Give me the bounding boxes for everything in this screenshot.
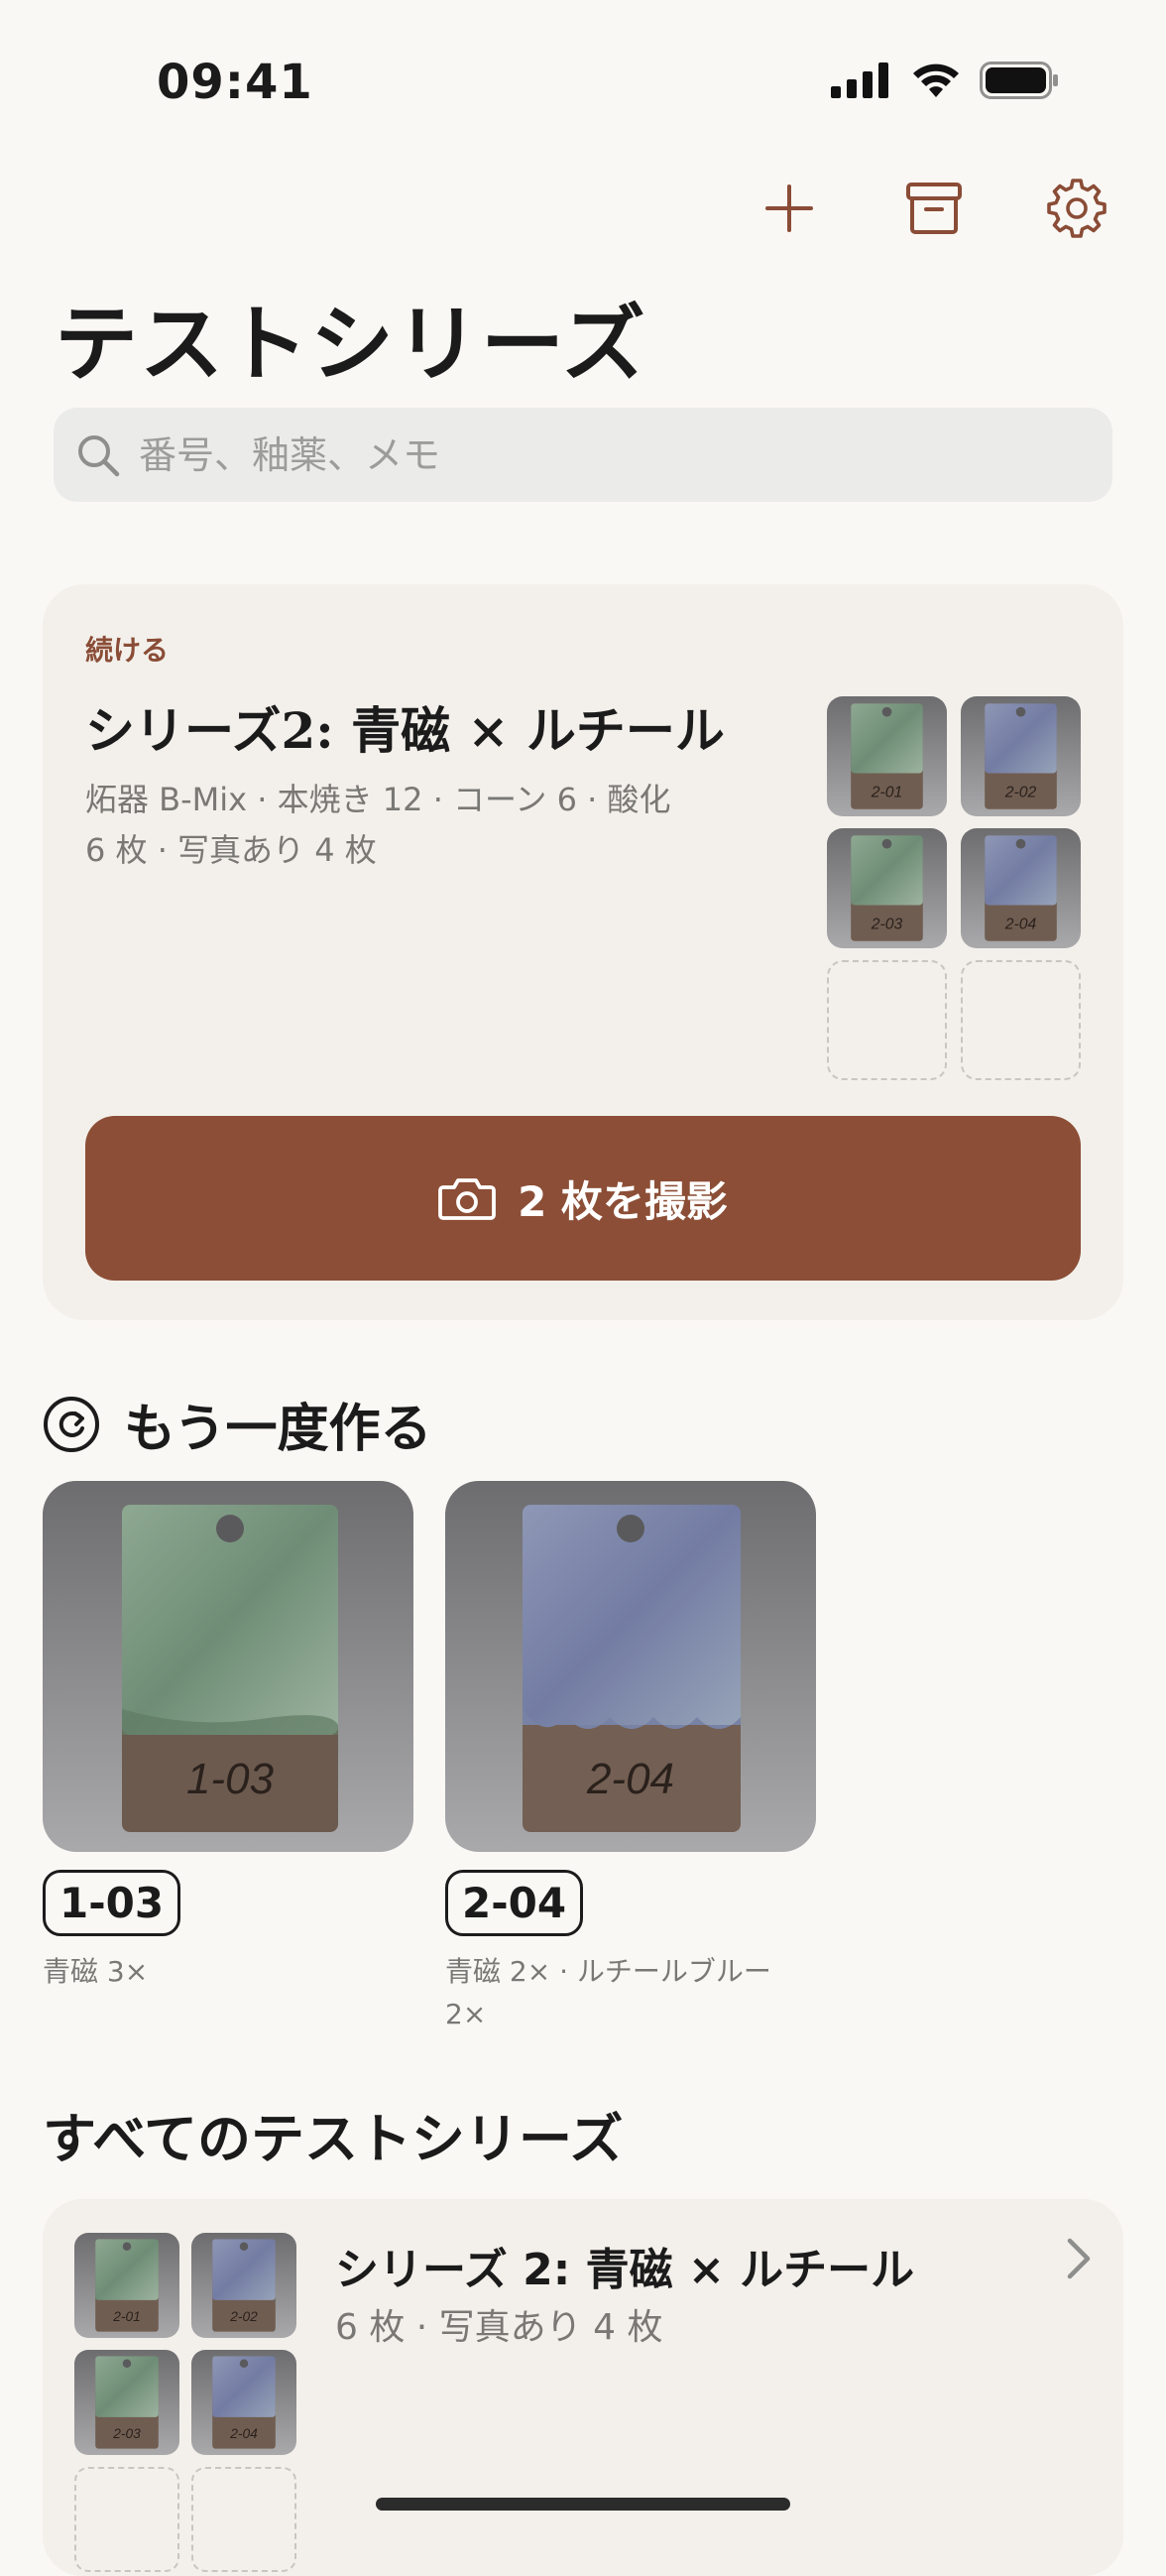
remake-section-heading: もう一度作る: [43, 1387, 431, 1461]
svg-text:2-03: 2-03: [871, 917, 903, 933]
archive-box-icon: [906, 183, 962, 234]
continue-thumbnail-grid: 2-01 2-02 2-03 2-04: [827, 696, 1083, 1080]
svg-text:2-01: 2-01: [871, 785, 902, 801]
tile-thumbnail-2-03: 2-03: [74, 2350, 179, 2455]
remake-heading-label: もう一度作る: [124, 1399, 432, 1459]
search-bar[interactable]: [54, 408, 1112, 502]
gear-icon: [1047, 179, 1107, 238]
take-photos-label: 2 枚を撮影: [518, 1176, 728, 1226]
svg-text:2-01: 2-01: [112, 2309, 141, 2324]
svg-text:1-03: 1-03: [186, 1755, 275, 1803]
empty-photo-slot: [827, 960, 947, 1080]
repeat-icon: [44, 1396, 99, 1452]
series-list-item[interactable]: 2-01 2-02 2-03 2-04 シリーズ 2: 青磁 × ルチール 6 枚 ·…: [43, 2199, 1123, 2576]
continue-card[interactable]: 続ける シリーズ2: 青磁 × ルチール 炻器 B-Mix · 本焼き 12 ·…: [43, 584, 1123, 1320]
cellular-signal-icon: [831, 62, 888, 98]
svg-text:2-04: 2-04: [1004, 917, 1037, 933]
empty-photo-slot: [74, 2467, 179, 2572]
remake-badge: 1-03: [43, 1870, 181, 1936]
series-thumbnail-grid: 2-01 2-02 2-03 2-04: [74, 2233, 296, 2572]
empty-photo-slot: [191, 2467, 296, 2572]
empty-photo-slot: [961, 960, 1081, 1080]
archive-button[interactable]: [902, 177, 966, 240]
tile-thumbnail-2-02: 2-02: [961, 696, 1081, 816]
svg-text:2-03: 2-03: [112, 2426, 141, 2441]
status-bar: 09:41: [0, 0, 1166, 169]
search-icon: [78, 434, 120, 476]
remake-description: 青磁 3×: [43, 1955, 149, 1988]
svg-text:2-04: 2-04: [229, 2426, 258, 2441]
series-title: シリーズ 2: 青磁 × ルチール: [335, 2245, 915, 2295]
chevron-right-icon: [1067, 2238, 1091, 2279]
status-icons: [831, 61, 1059, 99]
remake-item-2-04[interactable]: 2-04 2-04 青磁 2× · ルチールブルー 2×: [445, 1481, 816, 2036]
tile-thumbnail-2-02: 2-02: [191, 2233, 296, 2338]
remake-item-1-03[interactable]: 1-03 1-03 青磁 3×: [43, 1481, 413, 1993]
wifi-icon: [913, 63, 959, 97]
test-tile-photo: 2-04: [445, 1481, 816, 1852]
tile-thumbnail-2-03: 2-03: [827, 828, 947, 948]
remake-description: 青磁 2× · ルチールブルー 2×: [445, 1955, 771, 2031]
battery-icon: [980, 61, 1058, 99]
remake-badge: 2-04: [445, 1870, 584, 1936]
tile-thumbnail-2-01: 2-01: [74, 2233, 179, 2338]
continue-series-meta: 炻器 B-Mix · 本焼き 12 · コーン 6 · 酸化: [85, 781, 671, 818]
status-time: 09:41: [157, 55, 313, 110]
take-photos-button[interactable]: 2 枚を撮影: [85, 1116, 1081, 1281]
camera-icon: [438, 1178, 496, 1220]
all-series-heading: すべてのテストシリーズ: [43, 2107, 624, 2170]
settings-button[interactable]: [1045, 177, 1108, 240]
svg-text:2-02: 2-02: [229, 2309, 258, 2324]
plus-icon: [765, 184, 813, 232]
page-title: テストシリーズ: [55, 295, 647, 393]
tile-thumbnail-2-04: 2-04: [191, 2350, 296, 2455]
tile-thumbnail-2-04: 2-04: [961, 828, 1081, 948]
svg-text:2-02: 2-02: [1004, 785, 1037, 801]
continue-label: 続ける: [85, 634, 170, 667]
svg-text:2-04: 2-04: [586, 1755, 674, 1803]
add-button[interactable]: [758, 177, 821, 240]
continue-series-title: シリーズ2: 青磁 × ルチール: [85, 701, 725, 760]
tile-thumbnail-2-01: 2-01: [827, 696, 947, 816]
search-input[interactable]: [137, 431, 1033, 478]
continue-series-count: 6 枚 · 写真あり 4 枚: [85, 831, 377, 869]
home-indicator: [376, 2498, 790, 2511]
test-tile-photo: 1-03: [43, 1481, 413, 1852]
series-meta: 6 枚 · 写真あり 4 枚: [335, 2307, 663, 2348]
